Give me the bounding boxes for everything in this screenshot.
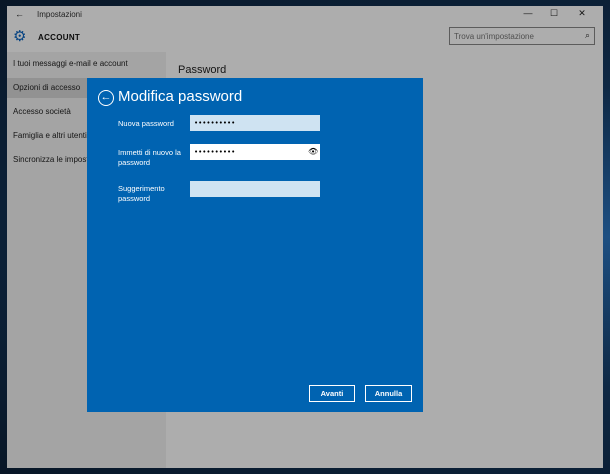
repeat-password-label: Immetti di nuovo la password xyxy=(118,148,181,167)
back-circle-icon[interactable]: ← xyxy=(98,90,114,106)
password-hint-label: Suggerimento password xyxy=(118,184,165,203)
repeat-password-field[interactable] xyxy=(190,144,320,160)
cancel-button[interactable]: Annulla xyxy=(365,385,412,402)
new-password-label: Nuova password xyxy=(118,119,174,128)
next-button[interactable]: Avanti xyxy=(309,385,355,402)
dialog-title: Modifica password xyxy=(118,88,243,105)
new-password-field[interactable] xyxy=(190,115,320,131)
change-password-dialog: ← Modifica password Nuova password Immet… xyxy=(87,78,423,412)
password-hint-field[interactable] xyxy=(190,181,320,197)
reveal-password-icon[interactable]: 👁 xyxy=(308,144,318,160)
